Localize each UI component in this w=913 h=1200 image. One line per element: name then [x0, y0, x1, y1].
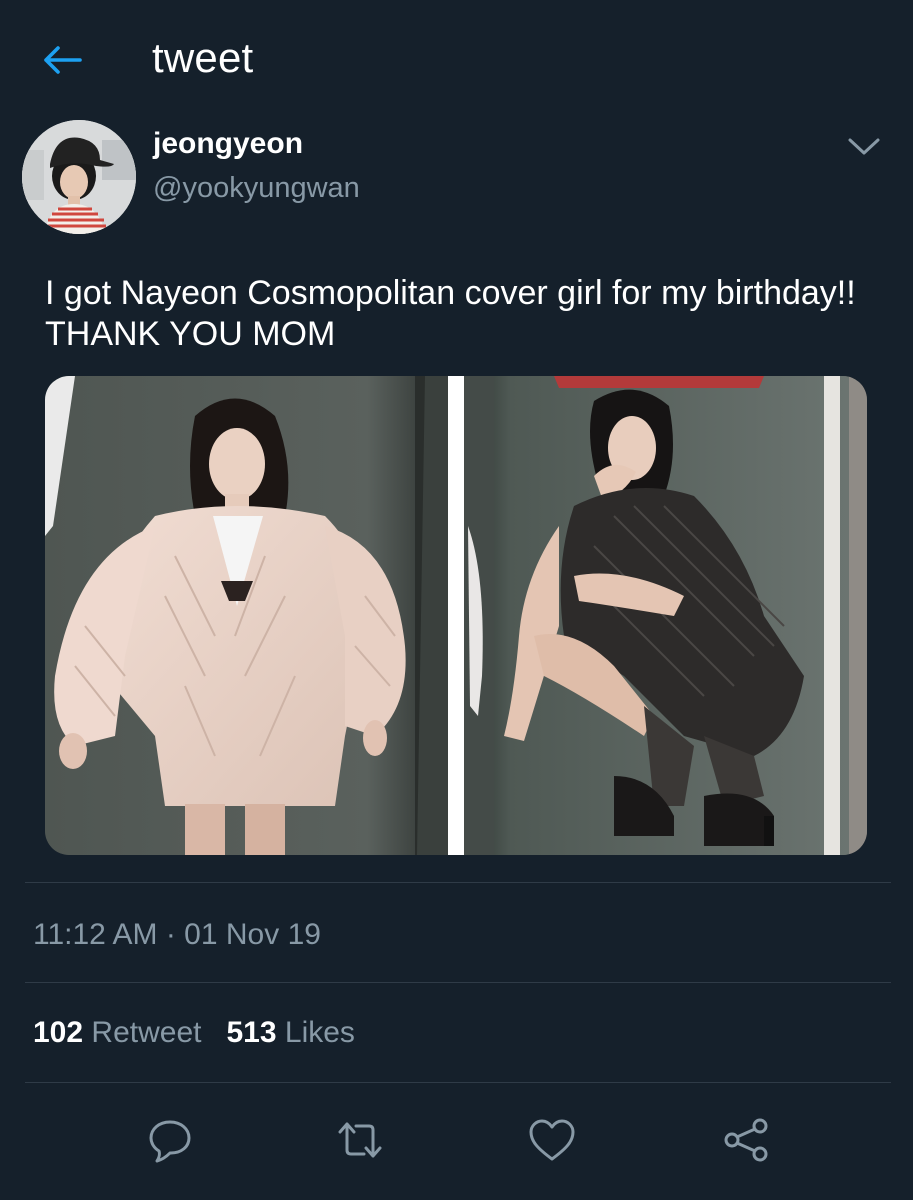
tweet-timestamp: 11:12 AM · 01 Nov 19 — [33, 918, 321, 951]
action-bar — [0, 1100, 913, 1180]
back-button[interactable] — [38, 36, 86, 84]
top-bar: tweet — [0, 0, 913, 110]
share-button[interactable] — [716, 1110, 776, 1170]
divider — [25, 1082, 891, 1083]
retweet-stat[interactable]: 102 Retweet — [33, 1016, 210, 1049]
user-handle: @yookyungwan — [153, 172, 360, 204]
likes-stat[interactable]: 513 Likes — [226, 1016, 354, 1049]
like-count: 513 — [226, 1016, 277, 1049]
engagement-stats: 102 Retweet 513 Likes — [33, 1016, 355, 1050]
reply-icon — [149, 1120, 191, 1163]
tweet-media — [45, 376, 867, 855]
retweet-button[interactable] — [330, 1110, 390, 1170]
arrow-left-icon — [44, 46, 82, 74]
display-name[interactable]: jeongyeon — [153, 127, 303, 161]
retweet-icon — [338, 1122, 382, 1158]
divider — [25, 882, 891, 883]
share-icon — [724, 1118, 768, 1162]
page-title: tweet — [152, 34, 254, 81]
divider — [25, 982, 891, 983]
retweet-count: 102 — [33, 1016, 84, 1049]
media-photo-left[interactable] — [45, 376, 448, 855]
avatar[interactable] — [22, 120, 136, 234]
like-button[interactable] — [522, 1110, 582, 1170]
retweet-label: Retweet — [91, 1016, 202, 1049]
tweet-text: I got Nayeon Cosmopolitan cover girl for… — [45, 274, 856, 353]
reply-button[interactable] — [140, 1110, 200, 1170]
tweet-menu-button[interactable] — [844, 130, 884, 162]
chevron-down-icon — [848, 138, 880, 155]
media-divider — [448, 376, 464, 855]
like-label: Likes — [284, 1016, 355, 1049]
media-photo-right[interactable] — [464, 376, 867, 855]
like-heart-icon — [529, 1119, 575, 1161]
